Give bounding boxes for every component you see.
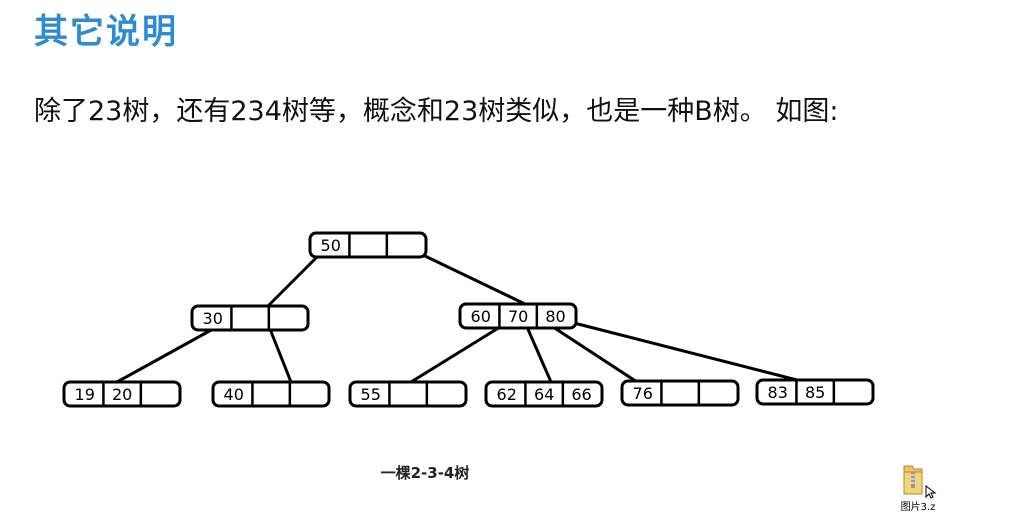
node-key: 70 (508, 307, 528, 326)
tree-edge (116, 327, 214, 384)
node-key: 50 (321, 236, 341, 255)
node-key: 62 (497, 385, 517, 404)
node-key: 85 (805, 383, 825, 402)
tree-diagram: 5030 60 70 8019 20 40 55 62 64 66 76 83 85 一棵2-3-4树 … (62, 231, 937, 513)
node-key: 64 (534, 385, 554, 404)
internal-node: 60 70 80 (458, 302, 578, 330)
tree-nodes: 5030 60 70 8019 20 40 55 62 64 66 76 83 85 (62, 231, 875, 408)
node-key: 30 (203, 309, 223, 328)
attachment-label[interactable]: 图片3.z (901, 500, 936, 513)
leaf-node: 40 (211, 380, 331, 408)
tree-edge (410, 325, 501, 384)
leaf-node: 62 64 66 (484, 380, 604, 408)
node-key: 55 (361, 385, 381, 404)
node-key: 20 (112, 385, 132, 404)
zip-folder-icon[interactable] (903, 465, 937, 499)
diagram-caption: 一棵2-3-4树 (381, 464, 470, 482)
leaf-node: 55 (348, 380, 468, 408)
node-key: 80 (545, 307, 565, 326)
node-key: 60 (471, 307, 491, 326)
attachment-file[interactable]: 图片3.z (901, 465, 937, 513)
node-key: 40 (224, 385, 244, 404)
node-key: 19 (75, 385, 95, 404)
leaf-node: 19 20 (62, 380, 182, 408)
tree-edge (268, 328, 293, 383)
node-key: 83 (768, 383, 788, 402)
tree-edge (573, 321, 798, 382)
root-node: 50 (308, 231, 428, 259)
tree-edge (424, 254, 526, 306)
node-key: 66 (571, 385, 591, 404)
leaf-node: 83 85 (755, 378, 875, 406)
leaf-node: 76 (620, 379, 740, 407)
tree-edge (266, 254, 320, 308)
node-key: 76 (633, 384, 653, 403)
tree-edge (525, 326, 553, 383)
internal-node: 30 (190, 304, 310, 332)
